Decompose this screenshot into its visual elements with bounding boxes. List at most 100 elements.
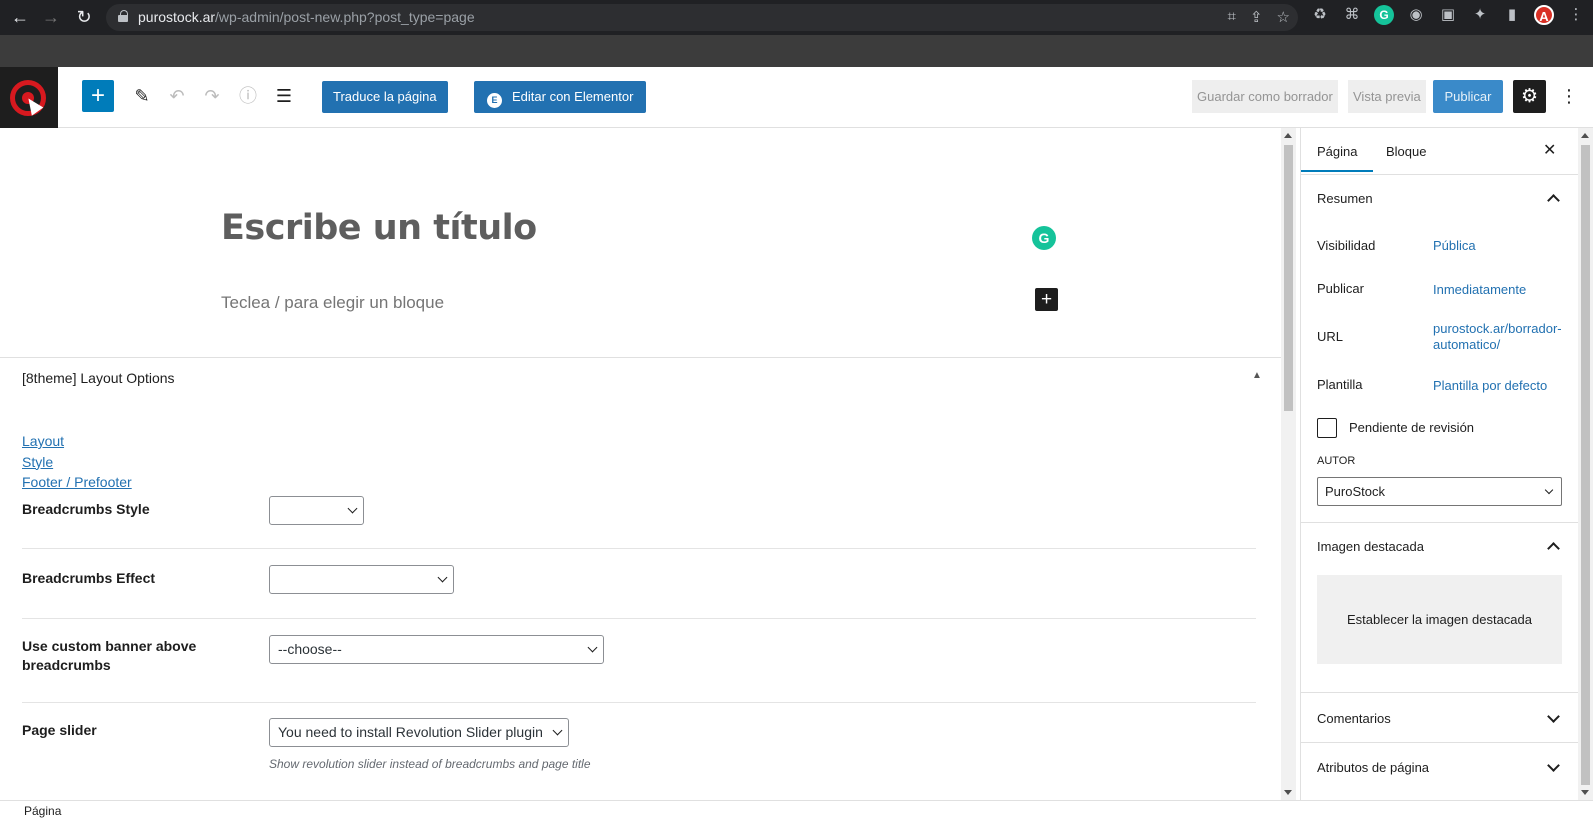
bookmark-star-icon[interactable]: ☆ <box>1277 8 1290 26</box>
elementor-button-label: Editar con Elementor <box>512 89 634 104</box>
custom-banner-select[interactable]: --choose-- <box>269 635 604 664</box>
settings-gear-icon[interactable]: ⚙ <box>1513 80 1546 113</box>
chevron-down-icon <box>1544 485 1554 495</box>
grammarly-extension-icon[interactable]: G <box>1374 5 1394 25</box>
visibility-label: Visibilidad <box>1317 238 1376 253</box>
content-scrollbar[interactable] <box>1281 128 1296 800</box>
scrollbar-thumb[interactable] <box>1284 145 1293 411</box>
preview-button[interactable]: Vista previa <box>1348 80 1426 113</box>
chevron-up-icon[interactable] <box>1547 194 1560 207</box>
tab-block[interactable]: Bloque <box>1386 144 1426 159</box>
panel-divider <box>1301 522 1578 523</box>
inline-add-block-button[interactable]: + <box>1035 288 1058 311</box>
translate-icon[interactable]: ⌗ <box>1228 8 1236 26</box>
panel-divider <box>1301 692 1578 693</box>
url-path: /wp-admin/post-new.php?post_type=page <box>215 9 475 25</box>
publish-value[interactable]: Inmediatamente <box>1433 282 1563 298</box>
scroll-up-arrow-icon[interactable] <box>1581 133 1589 138</box>
page-slider-select[interactable]: You need to install Revolution Slider pl… <box>269 718 569 747</box>
grammarly-icon[interactable]: G <box>1032 226 1056 250</box>
save-draft-button[interactable]: Guardar como borrador <box>1192 80 1338 113</box>
forward-icon[interactable]: → <box>39 6 63 28</box>
info-icon[interactable]: ⓘ <box>236 84 260 108</box>
profile-avatar[interactable]: A <box>1534 5 1554 25</box>
link-footer-prefooter[interactable]: Footer / Prefooter <box>22 472 132 493</box>
publish-label: Publicar <box>1317 281 1364 296</box>
select-value: You need to install Revolution Slider pl… <box>278 724 543 740</box>
scroll-down-arrow-icon[interactable] <box>1581 790 1589 795</box>
field-label: Use custom banner above breadcrumbs <box>22 638 197 673</box>
title-input[interactable]: Escribe un título <box>221 208 537 248</box>
close-icon[interactable]: ✕ <box>1543 140 1556 160</box>
set-featured-image-button[interactable]: Establecer la imagen destacada <box>1317 575 1562 664</box>
puzzle-extensions-icon[interactable]: ✦ <box>1470 5 1490 25</box>
chevron-down-icon[interactable] <box>1547 710 1560 723</box>
reload-icon[interactable]: ↻ <box>72 6 96 28</box>
pending-review-label[interactable]: Pendiente de revisión <box>1349 420 1474 435</box>
block-placeholder[interactable]: Teclea / para elegir un bloque <box>221 293 444 313</box>
chevron-down-icon[interactable] <box>1547 759 1560 772</box>
url-host: purostock.ar <box>138 9 216 25</box>
pen-tools-icon[interactable]: ✎ <box>130 84 154 108</box>
screen-extension-icon[interactable]: ▣ <box>1438 5 1458 25</box>
pending-review-checkbox[interactable] <box>1317 418 1337 438</box>
summary-panel-title[interactable]: Resumen <box>1317 191 1373 206</box>
editor-content: Escribe un título Teclea / para elegir u… <box>0 128 1281 800</box>
page-attributes-panel-title[interactable]: Atributos de página <box>1317 760 1429 775</box>
layout-options-metabox: [8theme] Layout Options ▲ Layout Style F… <box>0 358 1281 800</box>
metabox-collapse-icon[interactable]: ▲ <box>1252 370 1264 382</box>
redo-icon[interactable]: ↷ <box>200 84 224 108</box>
author-value: PuroStock <box>1325 484 1385 499</box>
scroll-down-arrow-icon[interactable] <box>1284 790 1292 795</box>
chevron-up-icon[interactable] <box>1547 542 1560 555</box>
site-logo[interactable] <box>0 67 58 128</box>
list-view-icon[interactable]: ☰ <box>272 84 296 108</box>
chevron-down-icon <box>552 725 563 736</box>
extensions-bar: ♻ ⌘ G ◉ ▣ ✦ ▮ A ⋮ <box>1310 5 1586 25</box>
featured-image-panel-title[interactable]: Imagen destacada <box>1317 539 1424 554</box>
url-value[interactable]: purostock.ar/borrador-automatico/ <box>1433 321 1563 353</box>
field-label: Breadcrumbs Effect <box>22 570 156 586</box>
sidebar-scrollbar[interactable] <box>1578 128 1593 800</box>
link-style[interactable]: Style <box>22 452 132 473</box>
camera-extension-icon[interactable]: ◉ <box>1406 5 1426 25</box>
panel-divider <box>1301 742 1578 743</box>
block-breadcrumb-bar: Página <box>0 800 1593 818</box>
breadcrumb[interactable]: Página <box>24 804 61 818</box>
metabox-title[interactable]: [8theme] Layout Options <box>22 370 175 386</box>
template-value[interactable]: Plantilla por defecto <box>1433 378 1563 394</box>
more-options-icon[interactable]: ⋮ <box>1560 80 1578 113</box>
tab-page[interactable]: Página <box>1301 144 1375 172</box>
page-slider-hint: Show revolution slider instead of breadc… <box>269 757 591 771</box>
share-icon[interactable]: ⇪ <box>1250 8 1263 26</box>
visibility-value[interactable]: Pública <box>1433 238 1563 254</box>
scrollbar-thumb[interactable] <box>1581 145 1590 785</box>
field-breadcrumbs-effect: Breadcrumbs Effect <box>22 549 1256 619</box>
address-bar[interactable]: purostock.ar/wp-admin/post-new.php?post_… <box>106 4 1298 31</box>
breadcrumbs-effect-select[interactable] <box>269 565 454 594</box>
lock-icon <box>118 10 128 22</box>
field-custom-banner: Use custom banner above breadcrumbs --ch… <box>22 619 1256 703</box>
browser-menu-icon[interactable]: ⋮ <box>1566 5 1586 25</box>
link-layout[interactable]: Layout <box>22 431 132 452</box>
browser-chrome: ← → ↻ purostock.ar/wp-admin/post-new.php… <box>0 0 1593 67</box>
comments-panel-title[interactable]: Comentarios <box>1317 711 1391 726</box>
breadcrumbs-style-select[interactable] <box>269 496 364 525</box>
nl-extension-icon[interactable]: ⌘ <box>1342 5 1362 25</box>
add-block-button[interactable]: + <box>82 80 114 112</box>
scroll-up-arrow-icon[interactable] <box>1284 133 1292 138</box>
field-label: Page slider <box>22 722 97 738</box>
chevron-down-icon <box>347 503 358 514</box>
author-select[interactable]: PuroStock <box>1317 477 1562 506</box>
field-breadcrumbs-style: Breadcrumbs Style <box>22 494 1256 549</box>
recycle-extension-icon[interactable]: ♻ <box>1310 5 1330 25</box>
undo-icon[interactable]: ↶ <box>165 84 189 108</box>
translate-page-button[interactable]: Traduce la página <box>322 81 448 113</box>
back-icon[interactable]: ← <box>8 6 32 28</box>
omnibox-icons: ⌗ ⇪ ☆ <box>1228 8 1290 26</box>
settings-sidebar: Página Bloque ✕ Resumen Visibilidad Públ… <box>1300 128 1578 800</box>
publish-button[interactable]: Publicar <box>1433 80 1503 113</box>
author-label: AUTOR <box>1317 455 1356 467</box>
edit-with-elementor-button[interactable]: E Editar con Elementor <box>474 81 647 113</box>
sidepanel-icon[interactable]: ▮ <box>1502 5 1522 25</box>
